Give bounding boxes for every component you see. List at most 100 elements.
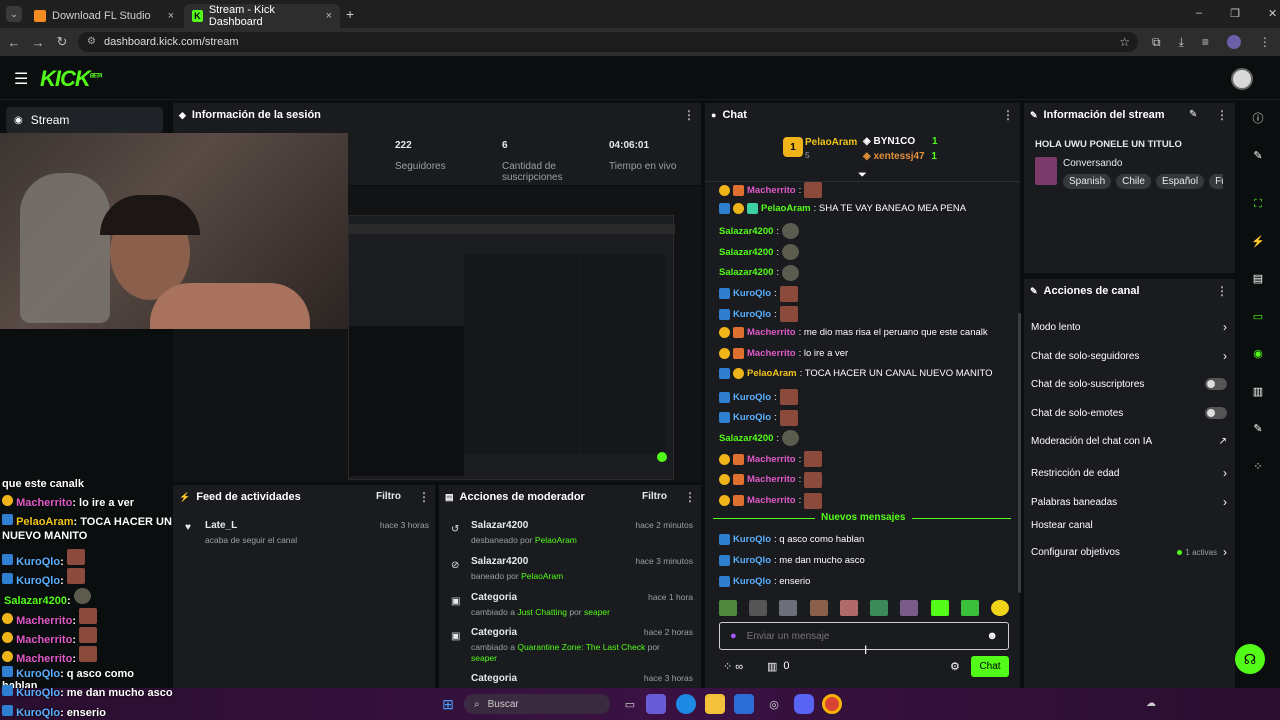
emote-icon[interactable] — [960, 600, 979, 616]
chat-username[interactable]: Macherrito — [747, 327, 796, 338]
action-followers-only[interactable]: Chat de solo-seguidores › — [1031, 349, 1227, 363]
taskbar-search[interactable]: ⌕ Buscar — [464, 694, 610, 714]
send-chat-button[interactable]: Chat — [971, 656, 1009, 677]
points-rail-icon[interactable]: ⁘ — [1248, 456, 1268, 476]
chat-username[interactable]: Salazar4200 — [719, 226, 773, 237]
edit-stream-info-icon[interactable]: ✎ — [1189, 109, 1197, 120]
mod-menu-icon[interactable]: ⋮ — [684, 490, 696, 504]
tab-kick-dashboard[interactable]: K Stream - Kick Dashboard × — [184, 4, 340, 28]
filter-button[interactable]: Filtro — [642, 491, 667, 502]
reading-list-icon[interactable]: ≡ — [1202, 35, 1209, 50]
windows-start-icon[interactable]: ⊞ — [438, 694, 458, 714]
tab-search-icon[interactable]: ⌄ — [6, 6, 22, 22]
emote-icon[interactable] — [990, 600, 1009, 616]
emote-icon[interactable] — [870, 600, 889, 616]
tray-cloud-icon[interactable]: ☁ — [1146, 698, 1156, 709]
chat-username[interactable]: Salazar4200 — [719, 247, 773, 258]
emote-icon[interactable] — [719, 600, 737, 616]
chat-username[interactable]: Macherrito — [747, 185, 796, 196]
kick-logo[interactable]: KICKBETA — [40, 66, 103, 92]
activity-menu-icon[interactable]: ⋮ — [418, 490, 430, 504]
stream-tag[interactable]: Spanish — [1063, 174, 1112, 189]
site-info-icon[interactable]: ⚙ — [87, 36, 96, 47]
emote-icon[interactable] — [779, 600, 798, 616]
chat-settings-icon[interactable]: ⚙ — [950, 660, 960, 673]
microphone-icon[interactable]: ● — [730, 630, 737, 642]
chat-rail-icon[interactable]: ▭ — [1248, 306, 1268, 326]
wrench-rail-icon[interactable]: ✎ — [1248, 418, 1268, 438]
edge-icon[interactable] — [676, 694, 696, 714]
stream-info-menu-icon[interactable]: ⋮ — [1216, 108, 1228, 122]
info-rail-icon[interactable]: ⓘ — [1248, 108, 1268, 128]
chat-username[interactable]: Macherrito — [747, 474, 796, 485]
mod-actions-rail-icon[interactable]: ▥ — [1248, 381, 1268, 401]
tab-close-icon[interactable]: × — [168, 10, 174, 22]
chat-username[interactable]: KuroQlo — [733, 534, 771, 545]
close-window-button[interactable]: ✕ — [1268, 7, 1277, 20]
tab-download-fl-studio[interactable]: Download FL Studio × — [26, 4, 182, 28]
emote-icon[interactable] — [839, 600, 858, 616]
chat-username[interactable]: KuroQlo — [733, 392, 771, 403]
bolt-rail-icon[interactable]: ⚡ — [1248, 231, 1268, 251]
leaderboard-item[interactable]: ◈ BYN1CO 1 — [863, 136, 938, 147]
mod-action-category[interactable]: Quarantine Zone: The Last Check — [517, 642, 645, 652]
emote-icon[interactable] — [809, 600, 828, 616]
bookmark-star-icon[interactable]: ☆ — [1119, 35, 1130, 49]
channel-actions-menu-icon[interactable]: ⋮ — [1216, 284, 1228, 298]
browser-menu-icon[interactable]: ⋮ — [1259, 35, 1271, 50]
chat-username[interactable]: Salazar4200 — [719, 433, 773, 444]
stream-tag[interactable]: Español — [1155, 174, 1205, 189]
mod-action-by[interactable]: PelaoAram — [535, 535, 577, 545]
steam-icon[interactable]: ◎ — [764, 694, 784, 714]
chat-menu-icon[interactable]: ⋮ — [1002, 108, 1014, 122]
discord-icon[interactable] — [794, 694, 814, 714]
action-banned-words[interactable]: Palabras baneadas › — [1031, 495, 1227, 509]
session-menu-icon[interactable]: ⋮ — [683, 108, 695, 122]
forward-icon[interactable]: → — [26, 35, 50, 50]
chat-username[interactable]: KuroQlo — [733, 309, 771, 320]
extensions-icon[interactable]: ⧉ — [1152, 35, 1161, 50]
clip-rail-icon[interactable]: ⛶ — [1248, 194, 1268, 214]
copilot-icon[interactable] — [646, 694, 666, 714]
points-icon[interactable]: ⁘ ∞ — [723, 660, 743, 673]
leaderboard-item[interactable]: ◈ xentessj47 1 — [863, 151, 937, 162]
sidebar-item-stream[interactable]: ◉ Stream — [6, 107, 163, 133]
chat-username[interactable]: Salazar4200 — [719, 267, 773, 278]
chat-username[interactable]: Macherrito — [747, 348, 796, 359]
store-icon[interactable] — [734, 694, 754, 714]
file-explorer-icon[interactable] — [705, 694, 725, 714]
emoji-icon[interactable]: ☻ — [986, 630, 998, 642]
chat-username[interactable]: Macherrito — [747, 495, 796, 506]
hamburger-menu-icon[interactable]: ☰ — [14, 69, 28, 89]
emote-icon[interactable] — [749, 600, 768, 616]
download-icon[interactable]: ⤓ — [1179, 35, 1184, 50]
action-slow-mode[interactable]: Modo lento › — [1031, 320, 1227, 334]
chrome-icon[interactable] — [822, 694, 842, 714]
chat-input[interactable] — [746, 630, 967, 642]
leaderboard-name[interactable]: PelaoAram — [805, 137, 857, 148]
subscribers-only-toggle[interactable] — [1205, 378, 1227, 390]
action-host-channel[interactable]: Hostear canal — [1031, 520, 1227, 531]
broadcast-rail-icon[interactable]: ◉ — [1248, 343, 1268, 363]
chat-scrollbar[interactable] — [1018, 313, 1021, 593]
chat-username[interactable]: KuroQlo — [733, 555, 771, 566]
back-icon[interactable]: ← — [2, 35, 26, 50]
chat-username[interactable]: KuroQlo — [733, 288, 771, 299]
edit-rail-icon[interactable]: ✎ — [1248, 145, 1268, 165]
chat-username[interactable]: PelaoAram — [761, 203, 811, 214]
stream-tag[interactable]: Chile — [1116, 174, 1151, 189]
action-configure-goals[interactable]: Configurar objetivos 1 activas › — [1031, 545, 1227, 559]
stream-tag[interactable]: Fút — [1209, 174, 1223, 189]
chat-username[interactable]: KuroQlo — [733, 576, 771, 587]
emote-icon[interactable] — [930, 600, 949, 616]
filter-button[interactable]: Filtro — [376, 491, 401, 502]
profile-avatar-icon[interactable] — [1226, 35, 1241, 49]
chat-username[interactable]: KuroQlo — [733, 412, 771, 423]
mod-action-by[interactable]: PelaoAram — [521, 571, 563, 581]
address-bar[interactable]: ⚙ dashboard.kick.com/stream ☆ — [78, 32, 1138, 52]
reload-icon[interactable]: ↻ — [50, 34, 74, 50]
action-age-restriction[interactable]: Restricción de edad › — [1031, 466, 1227, 480]
mod-action-by[interactable]: seaper — [471, 653, 497, 663]
emote-icon[interactable] — [900, 600, 919, 616]
gift-count[interactable]: ▥ 0 — [767, 660, 790, 673]
